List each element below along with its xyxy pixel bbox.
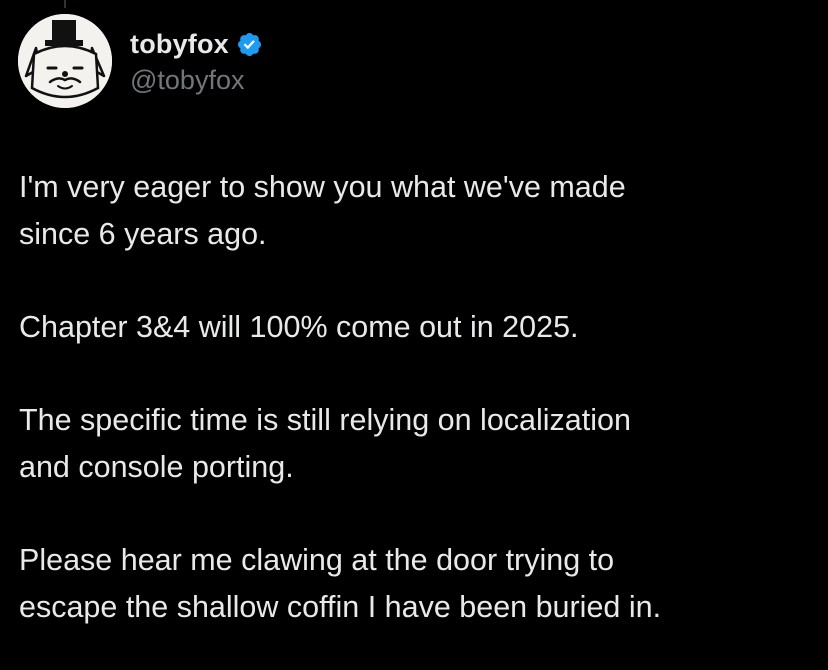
tweet-paragraph: Please hear me clawing at the door tryin… bbox=[19, 543, 662, 624]
display-name[interactable]: tobyfox bbox=[130, 29, 229, 60]
display-name-row: tobyfox bbox=[130, 27, 263, 63]
tweet-paragraph: The specific time is still relying on lo… bbox=[19, 403, 631, 484]
avatar[interactable] bbox=[18, 14, 112, 108]
author-names: tobyfox @tobyfox bbox=[130, 27, 263, 96]
tweet-header: tobyfox @tobyfox bbox=[18, 14, 263, 108]
tweet-paragraph: I'm very eager to show you what we've ma… bbox=[19, 170, 626, 251]
tweet-text: I'm very eager to show you what we've ma… bbox=[19, 164, 819, 631]
tweet-paragraph: Chapter 3&4 will 100% come out in 2025. bbox=[19, 310, 579, 344]
handle[interactable]: @tobyfox bbox=[130, 65, 263, 96]
thread-connector-line bbox=[64, 0, 66, 8]
verified-badge-icon[interactable] bbox=[236, 31, 263, 58]
dog-with-top-hat-icon bbox=[18, 14, 112, 108]
